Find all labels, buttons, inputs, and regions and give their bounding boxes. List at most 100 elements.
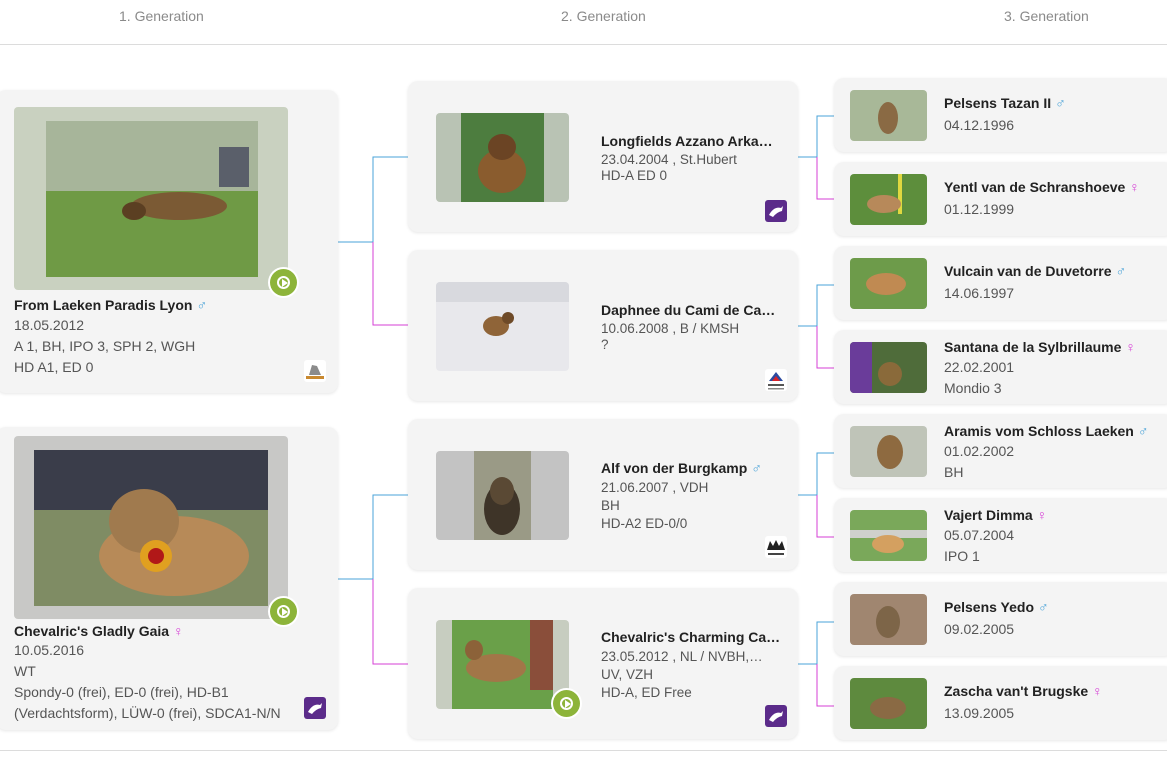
health-results: HD-A2 ED-0/0	[601, 516, 688, 531]
dog-name-text[interactable]: From Laeken Paradis Lyon	[14, 297, 192, 313]
gen2-card-1[interactable]: Longfields Azzano Arka… 23.04.2004 , St.…	[408, 81, 798, 232]
gen3-card-2[interactable]: Yentl van de Schranshoeve ♀ 01.12.1999	[834, 162, 1167, 236]
male-symbol-icon: ♂	[751, 460, 762, 476]
dog-name[interactable]: Daphnee du Cami de Ca…	[601, 302, 775, 318]
female-symbol-icon: ♀	[1036, 507, 1048, 523]
birth-date: 14.06.1997	[944, 285, 1015, 301]
dog-name-text[interactable]: Vajert Dimma	[944, 507, 1033, 523]
health-results: HD A1, ED 0	[14, 359, 94, 375]
dog-name-text[interactable]: Pelsens Tazan II	[944, 95, 1051, 111]
dog-name[interactable]: Aramis vom Schloss Laeken ♂	[944, 423, 1148, 439]
female-symbol-icon: ♀	[1129, 179, 1140, 195]
horse-emblem-icon	[304, 360, 326, 382]
male-symbol-icon: ♂	[1137, 423, 1149, 439]
gen1-card-sire[interactable]: From Laeken Paradis Lyon ♂ 18.05.2012 A 1…	[0, 90, 338, 393]
gen3-card-7[interactable]: Pelsens Yedo ♂ 09.02.2005	[834, 582, 1167, 656]
dog-name[interactable]: From Laeken Paradis Lyon ♂	[14, 297, 207, 313]
dog-photo[interactable]	[850, 594, 927, 645]
dog-name[interactable]: Longfields Azzano Arka…	[601, 133, 773, 149]
birth-date-club: 23.04.2004 , St.Hubert	[601, 152, 737, 167]
dog-name-text[interactable]: Alf von der Burgkamp	[601, 460, 747, 476]
dog-name-text[interactable]: Pelsens Yedo	[944, 599, 1034, 615]
dog-photo[interactable]	[850, 510, 927, 561]
dog-name[interactable]: Alf von der Burgkamp ♂	[601, 460, 762, 476]
gen1-card-dam[interactable]: Chevalric's Gladly Gaia ♀ 10.05.2016 WT S…	[0, 427, 338, 730]
birth-date: 18.05.2012	[14, 317, 85, 333]
dog-heads-logo-icon	[765, 536, 787, 558]
male-symbol-icon: ♂	[196, 297, 207, 313]
dog-photo[interactable]	[14, 107, 288, 290]
dog-photo[interactable]	[850, 174, 927, 225]
dog-name[interactable]: Vajert Dimma ♀	[944, 507, 1047, 523]
titles: BH	[601, 498, 620, 513]
dog-details: 01.02.2002 BH	[944, 441, 1014, 483]
gen3-card-1[interactable]: Pelsens Tazan II ♂ 04.12.1996	[834, 78, 1167, 152]
dog-details: 22.02.2001 Mondio 3	[944, 357, 1014, 399]
birth-date-club: 23.05.2012 , NL / NVBH,…	[601, 649, 763, 664]
dog-name-text[interactable]: Aramis vom Schloss Laeken	[944, 423, 1134, 439]
birth-date-club: 21.06.2007 , VDH	[601, 480, 709, 495]
dog-name[interactable]: Chevalric's Gladly Gaia ♀	[14, 623, 184, 639]
dog-name-text[interactable]: Yentl van de Schranshoeve	[944, 179, 1125, 195]
birth-date: 10.05.2016	[14, 642, 85, 658]
birth-date: 01.02.2002	[944, 443, 1015, 459]
dog-details: 10.05.2016 WT Spondy-0 (frei), ED-0 (fre…	[14, 640, 281, 724]
purple-dog-logo-icon	[304, 697, 326, 719]
titles: BH	[944, 464, 964, 480]
gen2-card-2[interactable]: Daphnee du Cami de Ca… 10.06.2008 , B / …	[408, 250, 798, 401]
titles: WT	[14, 663, 36, 679]
dog-photo[interactable]	[850, 342, 927, 393]
dog-name[interactable]: Pelsens Yedo ♂	[944, 599, 1049, 615]
purple-dog-logo-icon	[765, 200, 787, 222]
birth-date-club: 10.06.2008 , B / KMSH	[601, 321, 740, 336]
titles: Mondio 3	[944, 380, 1002, 396]
dog-name[interactable]: Pelsens Tazan II ♂	[944, 95, 1066, 111]
dog-photo[interactable]	[436, 282, 569, 371]
dog-photo[interactable]	[850, 90, 927, 141]
centrale-canine-logo-icon	[765, 369, 787, 391]
dog-name[interactable]: Yentl van de Schranshoeve ♀	[944, 179, 1140, 195]
dog-photo[interactable]	[436, 113, 569, 202]
dog-name[interactable]: Vulcain van de Duvetorre ♂	[944, 263, 1126, 279]
dog-name-text[interactable]: Chevalric's Gladly Gaia	[14, 623, 169, 639]
dog-name[interactable]: Zascha van't Brugske ♀	[944, 683, 1103, 699]
birth-date: 01.12.1999	[944, 201, 1015, 217]
dog-photo[interactable]	[850, 678, 927, 729]
play-video-button[interactable]	[270, 269, 297, 296]
dog-name-text[interactable]: Vulcain van de Duvetorre	[944, 263, 1112, 279]
dog-details: 18.05.2012 A 1, BH, IPO 3, SPH 2, WGH HD…	[14, 315, 195, 378]
birth-date: 05.07.2004	[944, 527, 1015, 543]
dog-photo[interactable]	[14, 436, 288, 619]
play-video-button[interactable]	[553, 690, 580, 717]
gen3-card-4[interactable]: Santana de la Sylbrillaume ♀ 22.02.2001 Mo…	[834, 330, 1167, 404]
titles: IPO 1	[944, 548, 980, 564]
female-symbol-icon: ♀	[1092, 683, 1103, 699]
dog-photo[interactable]	[436, 451, 569, 540]
gen2-card-3[interactable]: Alf von der Burgkamp ♂ 21.06.2007 , VDH B…	[408, 419, 798, 570]
health-results: Spondy-0 (frei), ED-0 (frei), HD-B1	[14, 684, 229, 700]
dog-name-text[interactable]: Santana de la Sylbrillaume	[944, 339, 1121, 355]
gen3-card-6[interactable]: Vajert Dimma ♀ 05.07.2004 IPO 1	[834, 498, 1167, 572]
gen2-card-4[interactable]: Chevalric's Charming Ca… 23.05.2012 , NL…	[408, 588, 798, 739]
play-video-button[interactable]	[270, 598, 297, 625]
health-results-continued: (Verdachtsform), LÜW-0 (frei), SDCA1-N/N	[14, 705, 281, 721]
gen3-card-5[interactable]: Aramis vom Schloss Laeken ♂ 01.02.2002 BH	[834, 414, 1167, 488]
footer-divider	[0, 750, 1167, 751]
dog-photo[interactable]	[850, 258, 927, 309]
titles: UV, VZH	[601, 667, 654, 682]
dog-photo[interactable]	[850, 426, 927, 477]
titles: A 1, BH, IPO 3, SPH 2, WGH	[14, 338, 196, 354]
dog-name-text[interactable]: Zascha van't Brugske	[944, 683, 1088, 699]
dog-name[interactable]: Santana de la Sylbrillaume ♀	[944, 339, 1136, 355]
birth-date: 04.12.1996	[944, 117, 1015, 133]
dog-photo[interactable]	[436, 620, 569, 709]
gen3-card-8[interactable]: Zascha van't Brugske ♀ 13.09.2005	[834, 666, 1167, 740]
titles: ?	[601, 337, 609, 352]
dog-name[interactable]: Chevalric's Charming Ca…	[601, 629, 780, 645]
female-symbol-icon: ♀	[173, 623, 184, 639]
purple-dog-logo-icon	[765, 705, 787, 727]
male-symbol-icon: ♂	[1115, 263, 1127, 279]
health-results: HD-A ED 0	[601, 168, 668, 183]
gen3-card-3[interactable]: Vulcain van de Duvetorre ♂ 14.06.1997	[834, 246, 1167, 320]
male-symbol-icon: ♂	[1055, 95, 1066, 111]
